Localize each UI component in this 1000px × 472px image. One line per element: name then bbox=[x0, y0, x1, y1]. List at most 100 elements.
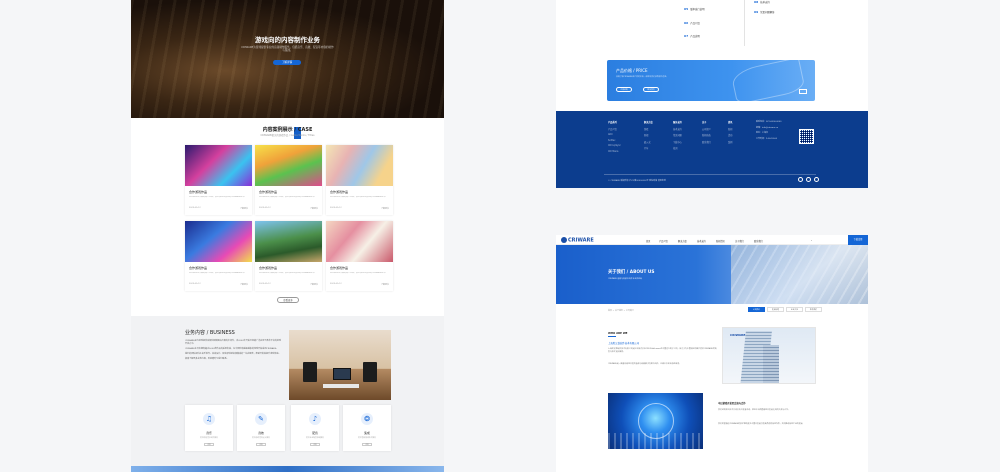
case-card[interactable]: 合作游戏作品 这里是游戏作品的简介内容，展示该游戏使用的CRIWARE技术。 2… bbox=[255, 145, 322, 215]
who-are-we-title: WHO ARE WE bbox=[608, 332, 628, 335]
case-card-desc: 这里是游戏作品的简介内容，展示该游戏使用的CRIWARE技术。 bbox=[330, 272, 388, 274]
tab-history[interactable]: 发展历程 bbox=[767, 307, 784, 312]
case-card-desc: 这里是游戏作品的简介内容，展示该游戏使用的CRIWARE技术。 bbox=[189, 272, 247, 274]
case-card-more[interactable]: 了解更多 bbox=[381, 207, 389, 210]
nav-item[interactable]: 新闻资讯 bbox=[716, 239, 725, 243]
tab-company-profile[interactable]: 公司简介 bbox=[748, 307, 765, 312]
footer-link[interactable]: 培训 bbox=[673, 146, 682, 150]
hero-button[interactable]: 了解详情 bbox=[273, 60, 301, 65]
case-card-more[interactable]: 了解更多 bbox=[240, 207, 248, 210]
list-item[interactable]: 05 版本发行说明 bbox=[684, 7, 705, 11]
service-desc: 提供游戏音效设计服务 bbox=[252, 437, 270, 439]
footer-link[interactable]: CRI Mana bbox=[608, 150, 621, 153]
footer-link[interactable]: 技术支持 bbox=[673, 127, 682, 131]
speaker-image bbox=[303, 362, 317, 382]
business-paragraph: CRIWARE在日本拥有超过5000款作品的采用实绩，在中国也有越来越多的游戏开… bbox=[185, 348, 279, 351]
footer-link[interactable]: 游戏 bbox=[644, 127, 653, 131]
service-card-integration[interactable]: ❂ 集成 提供音频集成技术服务 详情 bbox=[343, 405, 391, 451]
case-card-desc: 这里是游戏作品的简介内容，展示该游戏使用的CRIWARE技术。 bbox=[259, 196, 317, 198]
company-name: 上海希艾维软件技术有限公司 bbox=[608, 342, 640, 345]
footer-link[interactable]: 下载中心 bbox=[673, 140, 682, 144]
breadcrumb[interactable]: 首页 > 关于我们 > 公司简介 bbox=[608, 309, 634, 312]
top-navigation: CRIWARE 首页 产品介绍 解决方案 技术支持 新闻资讯 关于我们 联系我们… bbox=[556, 235, 868, 245]
footer-contact: 联系电话：021-0000-0000 邮箱：info@criware.cn 地址… bbox=[756, 120, 781, 142]
list-item[interactable]: 07 产品说明 bbox=[684, 34, 700, 38]
title-underline bbox=[608, 336, 616, 337]
list-item[interactable]: 06 产品介绍 bbox=[684, 21, 700, 25]
nav-item[interactable]: 技术支持 bbox=[697, 239, 706, 243]
contact-button[interactable]: 联系我们 bbox=[643, 87, 659, 92]
nav-item[interactable]: 首页 bbox=[646, 239, 650, 243]
business-paragraph: CRIWARE是为游戏提供音频和视频解决方案的中间件，自2000年开始已经被广泛… bbox=[185, 340, 281, 346]
case-card[interactable]: 合作游戏作品 这里是游戏作品的简介内容，展示该游戏使用的CRIWARE技术。 2… bbox=[185, 145, 252, 215]
case-section-subtitle: CRIWARE相关的游戏作品 / Game Works / Titles bbox=[260, 134, 315, 137]
keyboard-image bbox=[323, 384, 359, 388]
case-card-title: 合作游戏作品 bbox=[330, 190, 349, 194]
case-card[interactable]: 合作游戏作品 这里是游戏作品的简介内容，展示该游戏使用的CRIWARE技术。 2… bbox=[255, 221, 322, 291]
exchange-paragraph: 我们定期举办技术交流会及开发者活动，促进中日两国游戏开发者之间的交流与合作。 bbox=[718, 409, 790, 411]
case-card[interactable]: 合作游戏作品 这里是游戏作品的简介内容，展示该游戏使用的CRIWARE技术。 2… bbox=[326, 221, 393, 291]
service-detail-button[interactable]: 详情 bbox=[310, 443, 320, 446]
service-detail-button[interactable]: 详情 bbox=[362, 443, 372, 446]
case-card-image bbox=[255, 145, 322, 186]
footer-link[interactable]: 产品介绍 bbox=[608, 127, 621, 131]
case-card-more[interactable]: 了解更多 bbox=[240, 283, 248, 286]
price-desc: 如需了解CRIWARE各产品的价格，请联系我们获取报价信息。 bbox=[616, 76, 669, 78]
case-card-image bbox=[185, 221, 252, 262]
footer-link[interactable]: Sofdec bbox=[608, 139, 621, 142]
footer-column: 资讯 新闻 活动 案例 bbox=[728, 120, 732, 146]
business-text: CRIWARE是为游戏提供音频和视频解决方案的中间件，自2000年开始已经被广泛… bbox=[185, 340, 281, 361]
footer-link[interactable]: 嵌入式 bbox=[644, 140, 653, 144]
footer-link[interactable]: 影视 bbox=[644, 133, 653, 137]
right-top-page: 05 版本发行说明 06 产品介绍 07 产品说明 08 技术支持 09 常见问题解答 产… bbox=[556, 0, 868, 188]
service-card-music[interactable]: ♫ 音乐 提供原创音乐制作服务 详情 bbox=[185, 405, 233, 451]
service-card-sound[interactable]: ✎ 音效 提供游戏音效设计服务 详情 bbox=[237, 405, 285, 451]
footer-link[interactable]: 公司简介 bbox=[702, 127, 711, 131]
case-card-title: 合作游戏作品 bbox=[259, 266, 278, 270]
service-detail-button[interactable]: 详情 bbox=[204, 443, 214, 446]
about-banner-subtitle: CRIWARE 音频与视频中间件专业供应商 bbox=[608, 278, 642, 280]
list-item-number: 08 bbox=[754, 0, 759, 4]
case-card-more[interactable]: 了解更多 bbox=[381, 283, 389, 286]
email-icon[interactable] bbox=[814, 177, 819, 182]
search-icon[interactable]: ⌕ bbox=[811, 239, 812, 242]
nav-item[interactable]: 解决方案 bbox=[678, 239, 687, 243]
nav-item[interactable]: 关于我们 bbox=[735, 239, 744, 243]
footer-link[interactable]: 新闻 bbox=[728, 127, 732, 131]
service-desc: 提供原创音乐制作服务 bbox=[200, 437, 218, 439]
nav-item[interactable]: 产品介绍 bbox=[659, 239, 668, 243]
footer-link[interactable]: 汽车 bbox=[644, 146, 653, 150]
footer-column: 关于 公司简介 新闻动态 联系我们 bbox=[702, 120, 711, 146]
right-bottom-page: CRIWARE 首页 产品介绍 解决方案 技术支持 新闻资讯 关于我们 联系我们… bbox=[556, 235, 868, 472]
footer-link[interactable]: 活动 bbox=[728, 133, 732, 137]
case-card-more[interactable]: 了解更多 bbox=[310, 207, 318, 210]
weibo-icon[interactable] bbox=[806, 177, 811, 182]
list-item-label: 技术支持 bbox=[760, 1, 770, 4]
service-detail-button[interactable]: 详情 bbox=[256, 443, 266, 446]
footer-column: 服务支持 技术支持 常见问题 下载中心 培训 bbox=[673, 120, 682, 153]
footer-column-heading: 资讯 bbox=[728, 121, 733, 124]
footer-link[interactable]: 案例 bbox=[728, 140, 732, 144]
footer-link[interactable]: 常见问题 bbox=[673, 133, 682, 137]
service-card-voice[interactable]: ♪ 配音 提供专业配音录制服务 详情 bbox=[291, 405, 339, 451]
footer-column: 解决方案 游戏 影视 嵌入式 汽车 bbox=[644, 120, 653, 153]
list-item[interactable]: 08 技术支持 bbox=[754, 0, 770, 4]
footer-link[interactable]: 新闻动态 bbox=[702, 133, 711, 137]
list-item-number: 07 bbox=[684, 34, 689, 38]
bottom-banner-strip bbox=[131, 466, 444, 472]
footer-link[interactable]: CRI LipSync bbox=[608, 144, 621, 147]
tab-contact[interactable]: 联系我们 bbox=[805, 307, 822, 312]
case-card-more[interactable]: 了解更多 bbox=[310, 283, 318, 286]
nav-item[interactable]: 联系我们 bbox=[754, 239, 763, 243]
tab-culture[interactable]: 企业文化 bbox=[786, 307, 803, 312]
footer-link[interactable]: 联系我们 bbox=[702, 140, 711, 144]
list-item[interactable]: 09 常见问题解答 bbox=[754, 10, 775, 14]
view-more-button[interactable]: 查看更多 bbox=[277, 297, 299, 303]
download-trial-button[interactable]: 下载试用 bbox=[848, 235, 868, 245]
wechat-icon[interactable] bbox=[798, 177, 803, 182]
case-card[interactable]: 合作游戏作品 这里是游戏作品的简介内容，展示该游戏使用的CRIWARE技术。 2… bbox=[326, 145, 393, 215]
case-card[interactable]: 合作游戏作品 这里是游戏作品的简介内容，展示该游戏使用的CRIWARE技术。 2… bbox=[185, 221, 252, 291]
footer-link[interactable]: ADX bbox=[608, 133, 621, 136]
consult-button[interactable]: 立即咨询 bbox=[616, 87, 632, 92]
site-logo[interactable]: CRIWARE bbox=[561, 237, 594, 244]
